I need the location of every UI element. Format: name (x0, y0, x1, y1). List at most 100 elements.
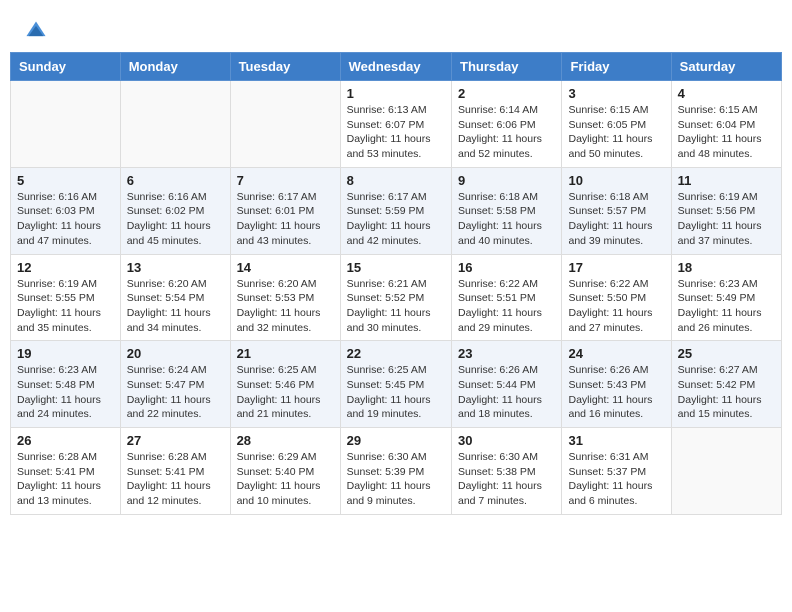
calendar-cell: 20Sunrise: 6:24 AMSunset: 5:47 PMDayligh… (120, 341, 230, 428)
day-number: 23 (458, 346, 555, 361)
calendar-cell: 12 Sunrise: 6:19 AMSunset: 5:55 PMDayligh… (11, 254, 121, 341)
calendar-week-row: 1 Sunrise: 6:13 AMSunset: 6:07 PMDaylight… (11, 81, 782, 168)
weekday-header: Sunday (11, 53, 121, 81)
cell-content: Sunrise: 6:19 AMSunset: 5:56 PMDaylight:… (678, 191, 762, 247)
calendar-cell: 24 Sunrise: 6:26 AMSunset: 5:43 PMDayligh… (562, 341, 671, 428)
calendar-cell: 11Sunrise: 6:19 AMSunset: 5:56 PMDayligh… (671, 167, 781, 254)
cell-content: Sunrise: 6:24 AMSunset: 5:47 PMDaylight:… (127, 364, 211, 420)
calendar-cell: 27 Sunrise: 6:28 AMSunset: 5:41 PMDayligh… (120, 428, 230, 515)
calendar-week-row: 5 Sunrise: 6:16 AMSunset: 6:03 PMDaylight… (11, 167, 782, 254)
calendar-cell: 23 Sunrise: 6:26 AMSunset: 5:44 PMDayligh… (452, 341, 562, 428)
calendar-cell: 3 Sunrise: 6:15 AMSunset: 6:05 PMDaylight… (562, 81, 671, 168)
calendar-cell: 31 Sunrise: 6:31 AMSunset: 5:37 PMDayligh… (562, 428, 671, 515)
calendar-cell: 9 Sunrise: 6:18 AMSunset: 5:58 PMDaylight… (452, 167, 562, 254)
calendar-cell: 26 Sunrise: 6:28 AMSunset: 5:41 PMDayligh… (11, 428, 121, 515)
weekday-header: Thursday (452, 53, 562, 81)
calendar-cell: 4 Sunrise: 6:15 AMSunset: 6:04 PMDaylight… (671, 81, 781, 168)
cell-content: Sunrise: 6:30 AMSunset: 5:39 PMDaylight:… (347, 451, 431, 507)
cell-content: Sunrise: 6:25 AMSunset: 5:45 PMDaylight:… (347, 364, 431, 420)
day-number: 28 (237, 433, 334, 448)
day-number: 21 (237, 346, 334, 361)
day-number: 30 (458, 433, 555, 448)
calendar-cell: 5 Sunrise: 6:16 AMSunset: 6:03 PMDaylight… (11, 167, 121, 254)
cell-content: Sunrise: 6:16 AMSunset: 6:03 PMDaylight:… (17, 191, 101, 247)
calendar-cell: 2Sunrise: 6:14 AMSunset: 6:06 PMDaylight… (452, 81, 562, 168)
cell-content: Sunrise: 6:26 AMSunset: 5:43 PMDaylight:… (568, 364, 652, 420)
cell-content: Sunrise: 6:21 AMSunset: 5:52 PMDaylight:… (347, 278, 431, 334)
cell-content: Sunrise: 6:28 AMSunset: 5:41 PMDaylight:… (17, 451, 101, 507)
day-number: 31 (568, 433, 664, 448)
weekday-header: Friday (562, 53, 671, 81)
cell-content: Sunrise: 6:26 AMSunset: 5:44 PMDaylight:… (458, 364, 542, 420)
calendar-cell: 28Sunrise: 6:29 AMSunset: 5:40 PMDayligh… (230, 428, 340, 515)
calendar-cell: 7Sunrise: 6:17 AMSunset: 6:01 PMDaylight… (230, 167, 340, 254)
day-number: 6 (127, 173, 224, 188)
cell-content: Sunrise: 6:20 AMSunset: 5:54 PMDaylight:… (127, 278, 211, 334)
day-number: 24 (568, 346, 664, 361)
cell-content: Sunrise: 6:17 AMSunset: 5:59 PMDaylight:… (347, 191, 431, 247)
logo-icon (25, 20, 47, 42)
cell-content: Sunrise: 6:18 AMSunset: 5:57 PMDaylight:… (568, 191, 652, 247)
cell-content: Sunrise: 6:25 AMSunset: 5:46 PMDaylight:… (237, 364, 321, 420)
calendar-cell (671, 428, 781, 515)
weekday-header: Saturday (671, 53, 781, 81)
day-number: 3 (568, 86, 664, 101)
calendar-cell: 8 Sunrise: 6:17 AMSunset: 5:59 PMDaylight… (340, 167, 451, 254)
cell-content: Sunrise: 6:27 AMSunset: 5:42 PMDaylight:… (678, 364, 762, 420)
calendar-cell: 25 Sunrise: 6:27 AMSunset: 5:42 PMDayligh… (671, 341, 781, 428)
cell-content: Sunrise: 6:23 AMSunset: 5:48 PMDaylight:… (17, 364, 101, 420)
calendar-cell: 16 Sunrise: 6:22 AMSunset: 5:51 PMDayligh… (452, 254, 562, 341)
weekday-header: Wednesday (340, 53, 451, 81)
cell-content: Sunrise: 6:16 AMSunset: 6:02 PMDaylight:… (127, 191, 211, 247)
page-header (10, 10, 782, 47)
calendar-cell: 15 Sunrise: 6:21 AMSunset: 5:52 PMDayligh… (340, 254, 451, 341)
day-number: 15 (347, 260, 445, 275)
cell-content: Sunrise: 6:30 AMSunset: 5:38 PMDaylight:… (458, 451, 542, 507)
day-number: 9 (458, 173, 555, 188)
day-number: 7 (237, 173, 334, 188)
calendar-cell: 19 Sunrise: 6:23 AMSunset: 5:48 PMDayligh… (11, 341, 121, 428)
calendar-cell: 22 Sunrise: 6:25 AMSunset: 5:45 PMDayligh… (340, 341, 451, 428)
cell-content: Sunrise: 6:31 AMSunset: 5:37 PMDaylight:… (568, 451, 652, 507)
day-number: 27 (127, 433, 224, 448)
cell-content: Sunrise: 6:22 AMSunset: 5:51 PMDaylight:… (458, 278, 542, 334)
cell-content: Sunrise: 6:23 AMSunset: 5:49 PMDaylight:… (678, 278, 762, 334)
day-number: 10 (568, 173, 664, 188)
day-number: 22 (347, 346, 445, 361)
day-number: 8 (347, 173, 445, 188)
weekday-header: Tuesday (230, 53, 340, 81)
cell-content: Sunrise: 6:22 AMSunset: 5:50 PMDaylight:… (568, 278, 652, 334)
calendar-cell (120, 81, 230, 168)
calendar-cell: 29 Sunrise: 6:30 AMSunset: 5:39 PMDayligh… (340, 428, 451, 515)
cell-content: Sunrise: 6:20 AMSunset: 5:53 PMDaylight:… (237, 278, 321, 334)
day-number: 13 (127, 260, 224, 275)
calendar-cell: 13 Sunrise: 6:20 AMSunset: 5:54 PMDayligh… (120, 254, 230, 341)
day-number: 29 (347, 433, 445, 448)
calendar-week-row: 12 Sunrise: 6:19 AMSunset: 5:55 PMDayligh… (11, 254, 782, 341)
day-number: 5 (17, 173, 114, 188)
day-number: 4 (678, 86, 775, 101)
day-number: 2 (458, 86, 555, 101)
cell-content: Sunrise: 6:15 AMSunset: 6:04 PMDaylight:… (678, 104, 762, 160)
cell-content: Sunrise: 6:13 AMSunset: 6:07 PMDaylight:… (347, 104, 431, 160)
day-number: 25 (678, 346, 775, 361)
calendar-header-row: SundayMondayTuesdayWednesdayThursdayFrid… (11, 53, 782, 81)
calendar-cell (11, 81, 121, 168)
cell-content: Sunrise: 6:19 AMSunset: 5:55 PMDaylight:… (17, 278, 101, 334)
day-number: 16 (458, 260, 555, 275)
day-number: 26 (17, 433, 114, 448)
calendar-cell: 30 Sunrise: 6:30 AMSunset: 5:38 PMDayligh… (452, 428, 562, 515)
calendar-cell: 17Sunrise: 6:22 AMSunset: 5:50 PMDayligh… (562, 254, 671, 341)
calendar-cell (230, 81, 340, 168)
cell-content: Sunrise: 6:28 AMSunset: 5:41 PMDaylight:… (127, 451, 211, 507)
day-number: 12 (17, 260, 114, 275)
calendar-cell: 6 Sunrise: 6:16 AMSunset: 6:02 PMDaylight… (120, 167, 230, 254)
calendar-week-row: 19 Sunrise: 6:23 AMSunset: 5:48 PMDayligh… (11, 341, 782, 428)
cell-content: Sunrise: 6:18 AMSunset: 5:58 PMDaylight:… (458, 191, 542, 247)
calendar-cell: 1 Sunrise: 6:13 AMSunset: 6:07 PMDaylight… (340, 81, 451, 168)
day-number: 19 (17, 346, 114, 361)
calendar-table: SundayMondayTuesdayWednesdayThursdayFrid… (10, 52, 782, 515)
day-number: 18 (678, 260, 775, 275)
cell-content: Sunrise: 6:15 AMSunset: 6:05 PMDaylight:… (568, 104, 652, 160)
day-number: 1 (347, 86, 445, 101)
